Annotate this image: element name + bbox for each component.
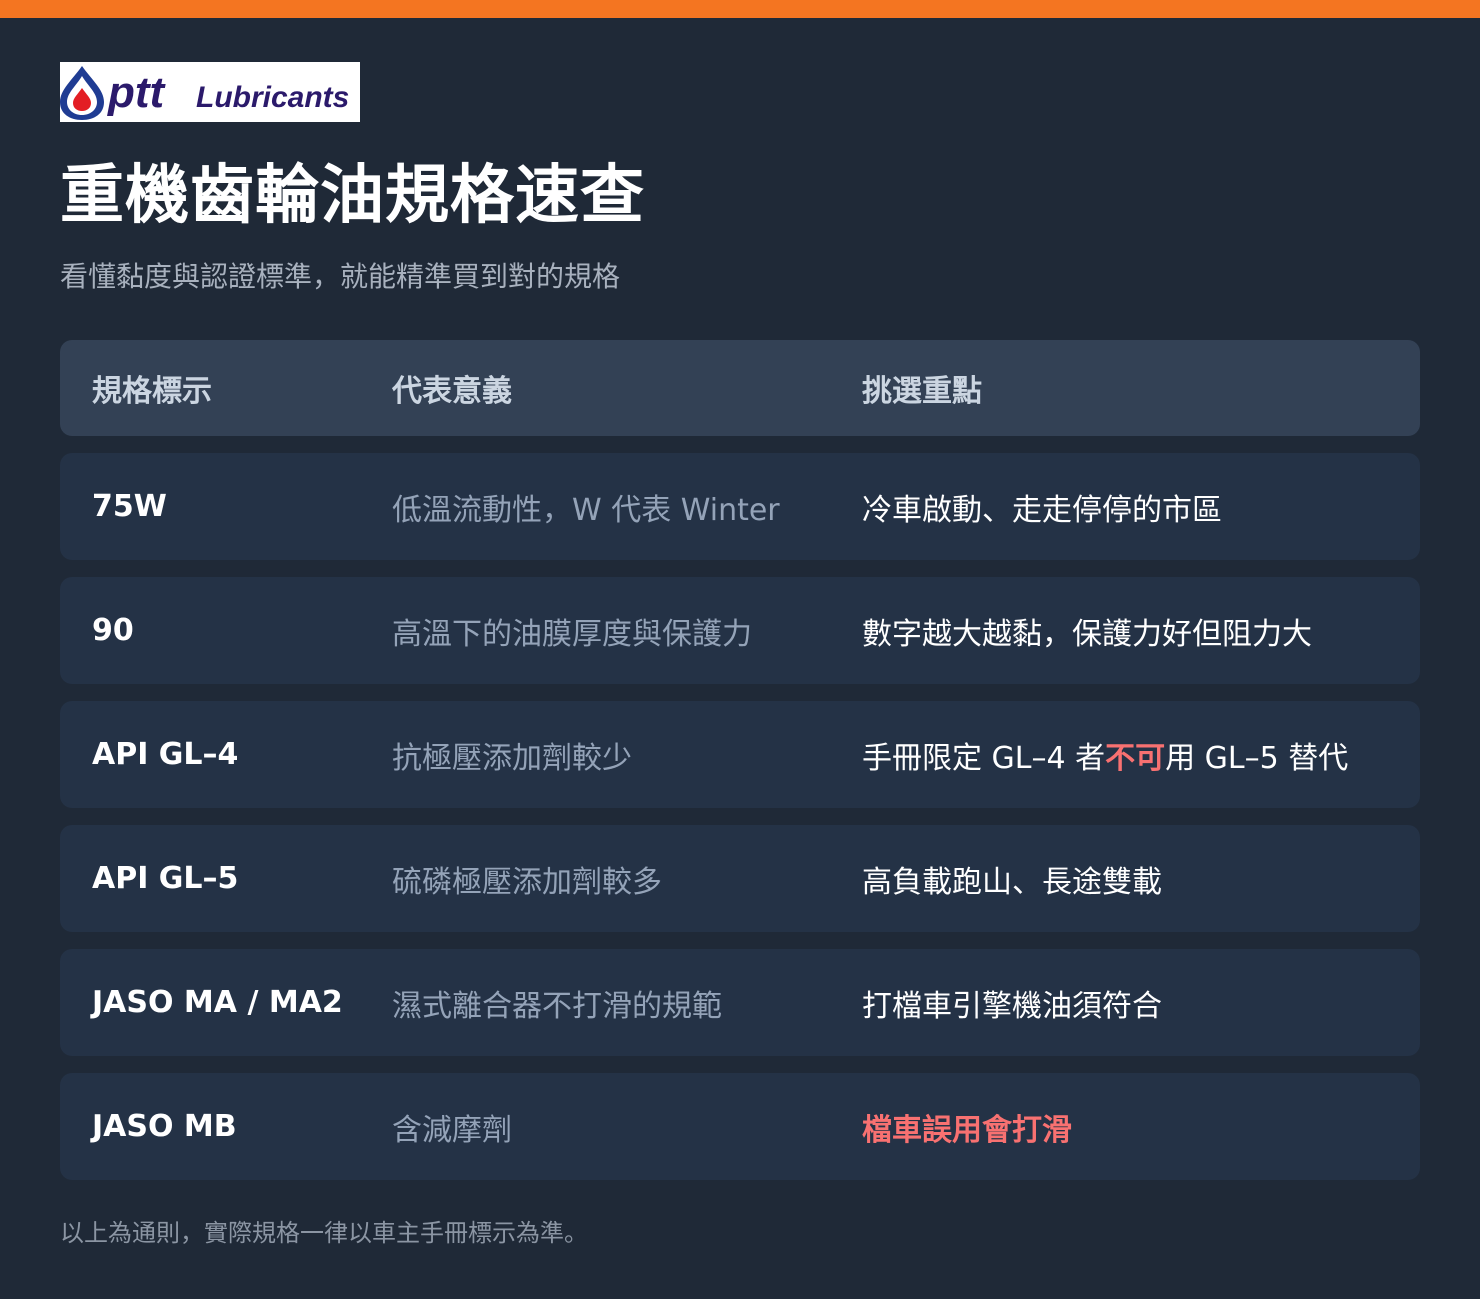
table-header: 規格標示 代表意義 挑選重點	[60, 340, 1420, 436]
page-subtitle: 看懂黏度與認證標準，就能精準買到對的規格	[60, 260, 621, 293]
column-header-meaning: 代表意義	[392, 374, 512, 409]
tip-cell: 高負載跑山、長途雙載	[862, 864, 1162, 900]
svg-text:ptt: ptt	[107, 68, 167, 117]
meaning-cell: 低溫流動性，W 代表 Winter	[392, 492, 780, 528]
footer-note: 以上為通則，實際規格一律以車主手冊標示為準。	[60, 1219, 588, 1247]
tip-warning-highlight: 不可	[1105, 740, 1166, 776]
meaning-cell: 含減摩劑	[392, 1112, 512, 1148]
table-row: API GL–5 硫磷極壓添加劑較多 高負載跑山、長途雙載	[60, 825, 1420, 932]
spec-cell: 90	[92, 613, 134, 648]
column-header-tip: 挑選重點	[862, 374, 982, 409]
meaning-cell: 抗極壓添加劑較少	[392, 740, 632, 776]
spec-cell: JASO MA / MA2	[92, 985, 343, 1020]
tip-text-after: 用 GL–5 替代	[1165, 740, 1349, 776]
spec-cell: API GL–4	[92, 737, 239, 772]
page-title: 重機齒輪油規格速查	[60, 159, 645, 233]
table-row: API GL–4 抗極壓添加劑較少 手冊限定 GL–4 者不可用 GL–5 替代	[60, 701, 1420, 808]
column-header-spec: 規格標示	[92, 374, 212, 409]
tip-cell-warning: 檔車誤用會打滑	[862, 1112, 1072, 1148]
svg-text:Lubricants: Lubricants	[196, 81, 349, 114]
table-row: JASO MB 含減摩劑 檔車誤用會打滑	[60, 1073, 1420, 1180]
top-accent-bar	[0, 0, 1480, 18]
spec-cell: JASO MB	[92, 1109, 237, 1144]
tip-text-before: 手冊限定 GL–4 者	[862, 740, 1106, 776]
table-row: 90 高溫下的油膜厚度與保護力 數字越大越黏，保護力好但阻力大	[60, 577, 1420, 684]
meaning-cell: 濕式離合器不打滑的規範	[392, 988, 722, 1024]
tip-cell: 數字越大越黏，保護力好但阻力大	[862, 616, 1312, 652]
spec-cell: 75W	[92, 489, 167, 524]
meaning-cell: 高溫下的油膜厚度與保護力	[392, 616, 752, 652]
table-row: JASO MA / MA2 濕式離合器不打滑的規範 打檔車引擎機油須符合	[60, 949, 1420, 1056]
table-row: 75W 低溫流動性，W 代表 Winter 冷車啟動、走走停停的市區	[60, 453, 1420, 560]
tip-cell: 打檔車引擎機油須符合	[862, 988, 1162, 1024]
oil-drop-icon: ptt Lubricants	[60, 66, 349, 120]
tip-cell: 手冊限定 GL–4 者不可用 GL–5 替代	[862, 701, 1348, 808]
ptt-lubricants-logo: ptt Lubricants	[60, 62, 360, 122]
spec-cell: API GL–5	[92, 861, 239, 896]
meaning-cell: 硫磷極壓添加劑較多	[392, 864, 662, 900]
tip-cell: 冷車啟動、走走停停的市區	[862, 492, 1222, 528]
